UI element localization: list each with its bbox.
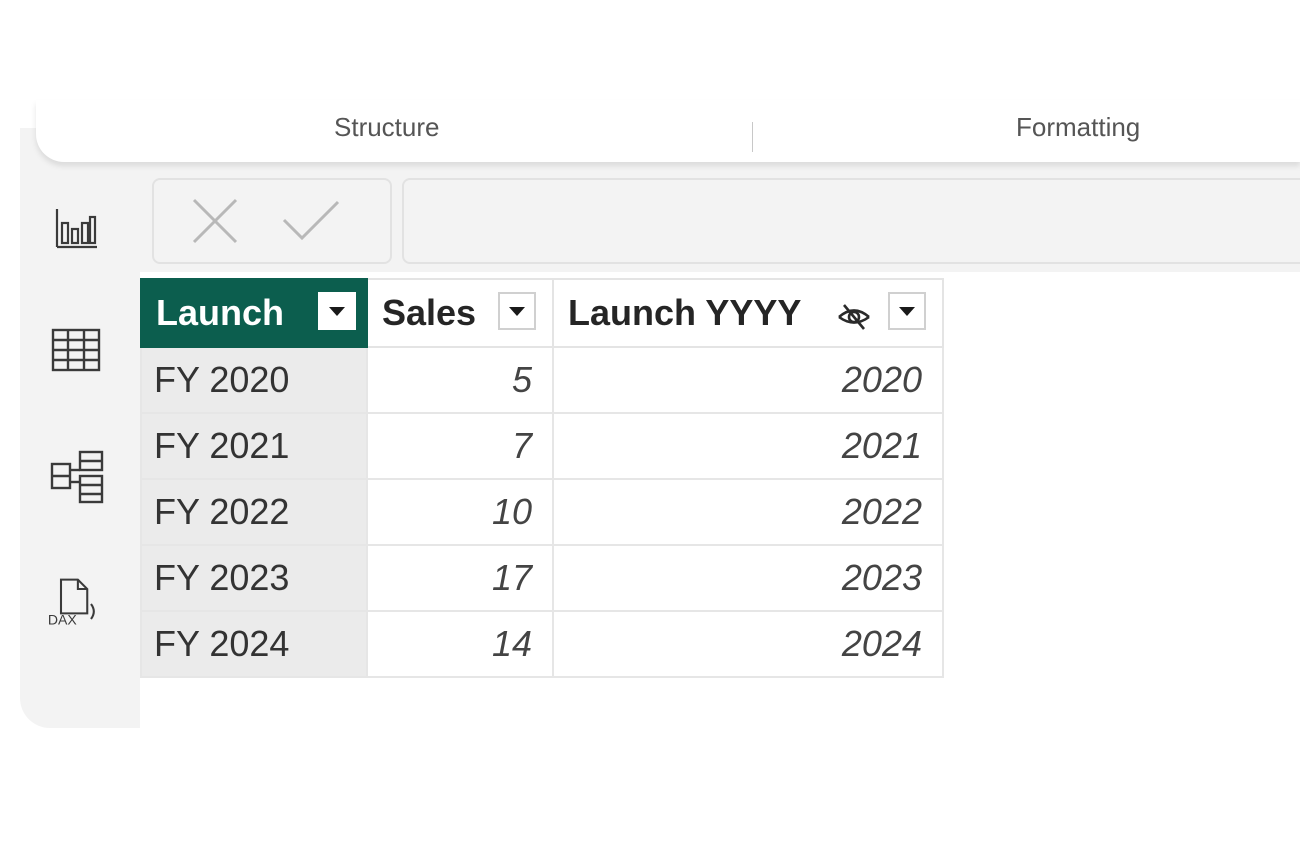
launch-yyyy-cell[interactable]: 2020	[552, 346, 944, 414]
table-row: FY 2024 14 2024	[140, 610, 944, 678]
sales-cell[interactable]: 5	[366, 346, 554, 414]
launch-cell[interactable]: FY 2024	[140, 610, 368, 678]
filter-dropdown-button[interactable]	[888, 292, 926, 330]
launch-yyyy-cell[interactable]: 2023	[552, 544, 944, 612]
report-view-button[interactable]	[46, 198, 106, 258]
column-header-launch[interactable]: Launch	[140, 278, 368, 348]
column-header-sales[interactable]: Sales	[366, 278, 554, 348]
sales-cell[interactable]: 10	[366, 478, 554, 546]
svg-text:DAX: DAX	[48, 612, 78, 628]
table-row: FY 2023 17 2023	[140, 544, 944, 612]
header-row: Launch Sales Launch YYYY	[140, 278, 944, 348]
launch-yyyy-cell[interactable]: 2021	[552, 412, 944, 480]
launch-cell[interactable]: FY 2020	[140, 346, 368, 414]
column-header-label: Sales	[382, 292, 477, 333]
bar-chart-icon	[55, 209, 97, 249]
data-table: Launch Sales Launch YYYY FY 2020 5 2020 …	[140, 278, 944, 678]
sales-cell[interactable]: 17	[366, 544, 554, 612]
launch-cell[interactable]: FY 2021	[140, 412, 368, 480]
filter-dropdown-button[interactable]	[318, 292, 356, 330]
dax-query-view-button[interactable]: DAX	[46, 574, 106, 634]
table-row: FY 2022 10 2022	[140, 478, 944, 546]
formula-bar-buttons	[152, 178, 392, 264]
ribbon-separator	[752, 122, 753, 152]
x-icon[interactable]	[190, 196, 240, 246]
sales-cell[interactable]: 7	[366, 412, 554, 480]
table-row: FY 2021 7 2021	[140, 412, 944, 480]
column-header-label: Launch	[156, 292, 285, 333]
launch-cell[interactable]: FY 2023	[140, 544, 368, 612]
chevron-down-icon	[329, 306, 345, 316]
column-header-launch-yyyy[interactable]: Launch YYYY	[552, 278, 944, 348]
model-view-button[interactable]	[46, 448, 106, 508]
chevron-down-icon	[899, 306, 915, 316]
table-view-button[interactable]	[46, 320, 106, 380]
ribbon-group-formatting: Formatting	[1016, 112, 1141, 142]
dax-file-icon: DAX	[48, 578, 95, 628]
ribbon-group-structure: Structure	[334, 112, 440, 142]
check-icon[interactable]	[280, 198, 342, 244]
hidden-eye-icon	[838, 304, 870, 330]
column-header-label: Launch YYYY	[568, 292, 802, 333]
formula-input[interactable]	[402, 178, 1300, 264]
model-diagram-icon	[50, 450, 104, 504]
table-grid-icon	[51, 328, 101, 372]
launch-yyyy-cell[interactable]: 2022	[552, 478, 944, 546]
launch-yyyy-cell[interactable]: 2024	[552, 610, 944, 678]
ribbon: Structure Formatting	[36, 100, 1300, 162]
chevron-down-icon	[509, 306, 525, 316]
table-row: FY 2020 5 2020	[140, 346, 944, 414]
filter-dropdown-button[interactable]	[498, 292, 536, 330]
launch-cell[interactable]: FY 2022	[140, 478, 368, 546]
sales-cell[interactable]: 14	[366, 610, 554, 678]
